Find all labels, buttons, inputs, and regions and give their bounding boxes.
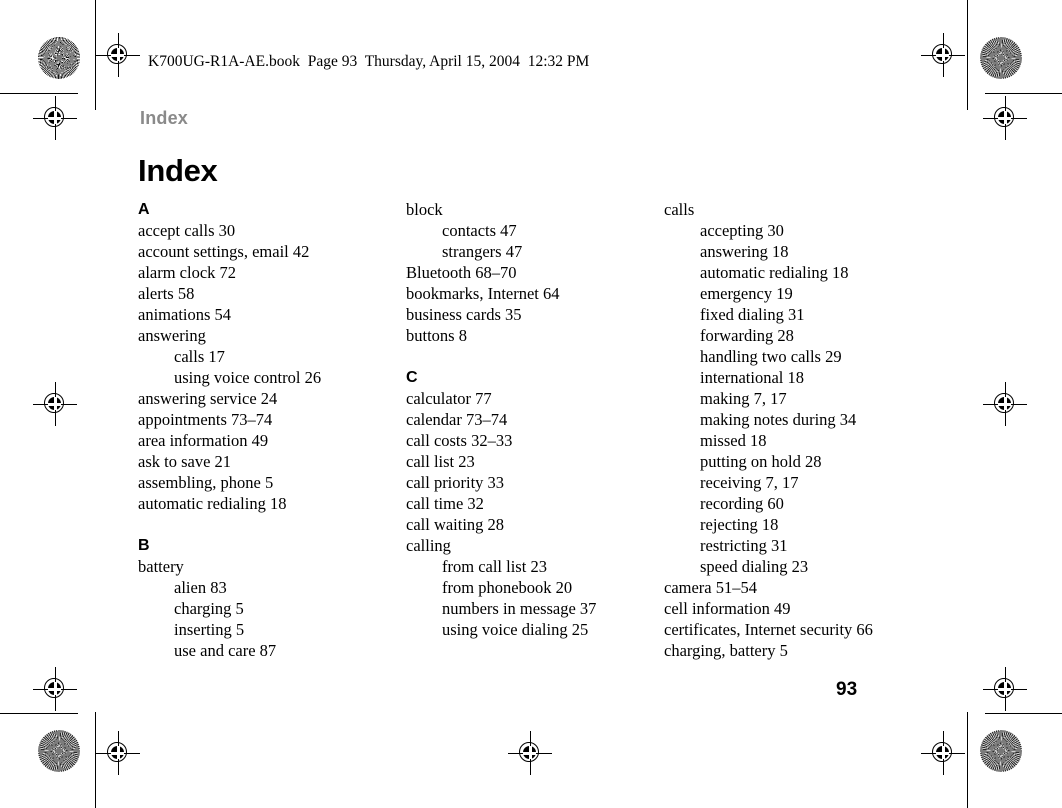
index-subentry: answering 18 <box>700 242 789 261</box>
index-subentry: using voice control 26 <box>174 368 322 387</box>
index-subentry: making 7, 17 <box>700 389 787 408</box>
index-subentry: speed dialing 23 <box>700 557 809 576</box>
index-subentry: accepting 30 <box>700 221 784 240</box>
index-entry: calls <box>664 200 695 219</box>
index-subentry: strangers 47 <box>442 242 523 261</box>
registration-mark-bottom-center <box>508 731 552 775</box>
index-subentry: rejecting 18 <box>700 515 779 534</box>
registration-mark-upper-left-outer <box>33 96 77 140</box>
index-section-letter: C <box>406 369 418 386</box>
registration-mark-bottom-right <box>921 731 965 775</box>
index-subentry: numbers in message 37 <box>442 599 597 618</box>
index-entry: automatic redialing 18 <box>138 494 287 513</box>
index-entry: alerts 58 <box>138 284 195 303</box>
index-entry: bookmarks, Internet 64 <box>406 284 560 303</box>
registration-mark-upper-right-outer <box>983 96 1027 140</box>
index-entry: animations 54 <box>138 305 232 324</box>
index-subentry: from phonebook 20 <box>442 578 573 597</box>
index-entry: call waiting 28 <box>406 515 505 534</box>
index-entry: answering <box>138 326 206 345</box>
index-entry: appointments 73–74 <box>138 410 273 429</box>
index-subentry: emergency 19 <box>700 284 793 303</box>
index-subentry: contacts 47 <box>442 221 517 240</box>
registration-mark-lower-right-outer <box>983 667 1027 711</box>
index-entry: call time 32 <box>406 494 484 513</box>
index-entry: account settings, email 42 <box>138 242 310 261</box>
index-entry: call list 23 <box>406 452 475 471</box>
index-subentry: receiving 7, 17 <box>700 473 799 492</box>
index-entry: battery <box>138 557 184 576</box>
index-subentry: from call list 23 <box>442 557 547 576</box>
trim-line-right-vertical <box>967 0 968 110</box>
index-subentry: restricting 31 <box>700 536 788 555</box>
running-header: Index <box>140 108 189 128</box>
registration-mark-lower-left-outer <box>33 667 77 711</box>
index-entry: Bluetooth 68–70 <box>406 263 517 282</box>
index-section-letter: B <box>138 537 150 554</box>
index-entry: call priority 33 <box>406 473 505 492</box>
registration-mark-top-right <box>921 33 965 77</box>
page-title: Index <box>138 153 218 188</box>
index-subentry: international 18 <box>700 368 805 387</box>
index-columns: Aaccept calls 30 account settings, email … <box>138 199 938 661</box>
registration-mark-bottom-left <box>96 731 140 775</box>
index-entry: calendar 73–74 <box>406 410 508 429</box>
index-subentry: alien 83 <box>174 578 227 597</box>
index-entry: ask to save 21 <box>138 452 232 471</box>
trim-line-bottom-horizontal <box>0 713 78 714</box>
scanned-page: K700UG-R1A-AE.book Page 93 Thursday, Apr… <box>0 0 1062 808</box>
book-file-stamp: K700UG-R1A-AE.book Page 93 Thursday, Apr… <box>148 53 590 70</box>
registration-mark-top-left <box>96 33 140 77</box>
index-column: Aaccept calls 30 account settings, email … <box>138 199 406 661</box>
star-target-top-left <box>38 37 80 79</box>
index-subentry: use and care 87 <box>174 641 277 660</box>
index-column: calls accepting 30 answering 18 automatic r… <box>664 199 938 661</box>
registration-mark-middle-right <box>983 382 1027 426</box>
star-target-top-right <box>980 37 1022 79</box>
index-entry: charging, battery 5 <box>664 641 788 660</box>
index-subentry: inserting 5 <box>174 620 245 639</box>
index-entry: area information 49 <box>138 431 269 450</box>
index-entry: answering service 24 <box>138 389 278 408</box>
index-subentry: charging 5 <box>174 599 244 618</box>
index-subentry: forwarding 28 <box>700 326 794 345</box>
registration-mark-middle-left <box>33 382 77 426</box>
index-entry: certificates, Internet security 66 <box>664 620 873 639</box>
index-entry: block <box>406 200 443 219</box>
index-column: block contacts 47 strangers 47 Bluetooth 68… <box>406 199 664 661</box>
index-entry: business cards 35 <box>406 305 522 324</box>
index-subentry: using voice dialing 25 <box>442 620 589 639</box>
index-section-letter: A <box>138 201 150 218</box>
index-subentry: handling two calls 29 <box>700 347 842 366</box>
index-entry: alarm clock 72 <box>138 263 237 282</box>
trim-line-top-horizontal-right <box>985 93 1062 94</box>
index-entry: calculator 77 <box>406 389 492 408</box>
star-target-bottom-left <box>38 730 80 772</box>
page-number: 93 <box>836 679 858 700</box>
trim-line-top-horizontal <box>0 93 78 94</box>
index-entry: buttons 8 <box>406 326 467 345</box>
index-entry: camera 51–54 <box>664 578 757 597</box>
index-entry: call costs 32–33 <box>406 431 513 450</box>
index-subentry: fixed dialing 31 <box>700 305 805 324</box>
index-subentry: recording 60 <box>700 494 784 513</box>
index-subentry: putting on hold 28 <box>700 452 822 471</box>
trim-line-right-vertical-bottom <box>967 712 968 808</box>
index-subentry: missed 18 <box>700 431 767 450</box>
index-entry: calling <box>406 536 451 555</box>
index-subentry: making notes during 34 <box>700 410 857 429</box>
index-subentry: calls 17 <box>174 347 225 366</box>
index-entry: assembling, phone 5 <box>138 473 274 492</box>
trim-line-bottom-horizontal-right <box>985 713 1062 714</box>
index-entry: cell information 49 <box>664 599 791 618</box>
index-entry: accept calls 30 <box>138 221 236 240</box>
star-target-bottom-right <box>980 730 1022 772</box>
index-subentry: automatic redialing 18 <box>700 263 849 282</box>
